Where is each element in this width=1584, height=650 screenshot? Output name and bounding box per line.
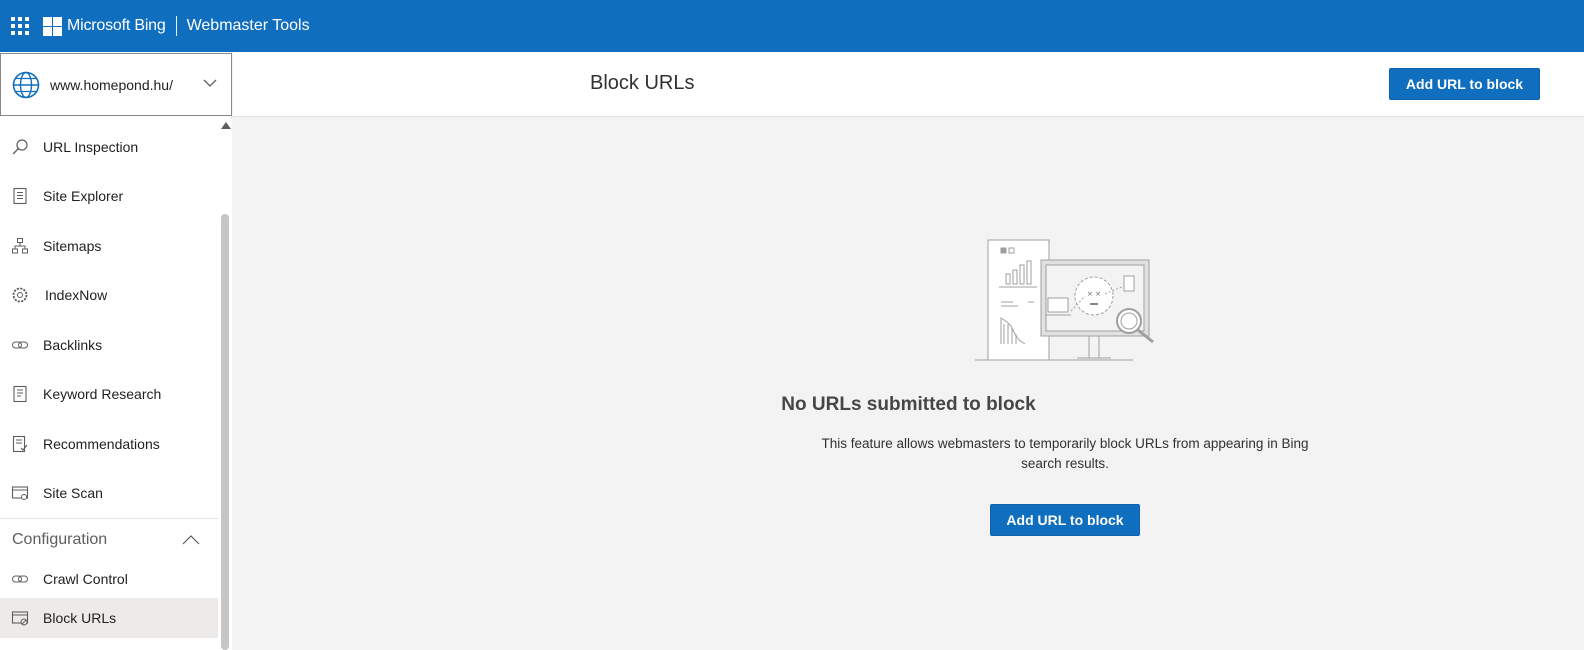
sidebar-item-label: Recommendations — [43, 435, 160, 452]
document-icon — [11, 385, 29, 403]
document-list-icon — [11, 187, 29, 205]
page-header: Block URLs Add URL to block — [233, 52, 1584, 117]
sitemap-icon — [11, 237, 29, 255]
sidebar-item-label: URL Inspection — [43, 138, 139, 155]
sidebar-item-block-urls[interactable]: Block URLs — [0, 598, 218, 638]
sidebar-item-sitemaps[interactable]: Sitemaps — [0, 221, 218, 271]
sidebar-item-recommendations[interactable]: Recommendations — [0, 419, 218, 469]
globe-icon — [12, 71, 40, 98]
empty-state-title: No URLs submitted to block — [781, 394, 1036, 415]
scroll-up-arrow-icon[interactable] — [221, 122, 231, 129]
sidebar-item-label: Block URLs — [43, 610, 117, 626]
block-url-icon — [11, 609, 29, 627]
sidebar-item-label: Keyword Research — [43, 386, 162, 403]
svg-text:× ×: × × — [1087, 290, 1101, 298]
empty-state-illustration: × × — [975, 239, 1154, 361]
site-url: www.homepond.hu/ — [50, 76, 173, 93]
link-icon — [11, 570, 29, 588]
checklist-icon — [11, 435, 29, 453]
sidebar-item-label: Site Scan — [43, 485, 103, 502]
section-label: Configuration — [12, 530, 108, 548]
scan-icon — [11, 484, 29, 502]
empty-state: × × No URLs submitted to block This feat… — [233, 118, 1584, 650]
sidebar-item-site-scan[interactable]: Site Scan — [0, 469, 218, 519]
gear-icon — [11, 286, 29, 304]
sidebar-item-label: Backlinks — [43, 336, 103, 353]
add-url-to-block-button[interactable]: Add URL to block — [1389, 68, 1540, 100]
sidebar-item-keyword-research[interactable]: Keyword Research — [0, 370, 218, 420]
scroll-thumb[interactable] — [221, 214, 229, 650]
magnifier-icon — [11, 138, 29, 156]
sidebar-item-url-inspection[interactable]: URL Inspection — [0, 122, 218, 172]
sidebar-nav: URL Inspection Site Explorer Sitemaps In… — [0, 122, 218, 638]
sidebar-item-site-explorer[interactable]: Site Explorer — [0, 172, 218, 222]
page-title: Block URLs — [590, 72, 695, 94]
sidebar: www.homepond.hu/ URL Inspection Site Exp… — [0, 52, 232, 650]
brand-separator — [175, 16, 177, 36]
sidebar-item-label: IndexNow — [45, 287, 108, 304]
sidebar-item-label: Crawl Control — [43, 571, 128, 587]
sidebar-item-indexnow[interactable]: IndexNow — [0, 271, 218, 321]
sidebar-item-label: Sitemaps — [43, 237, 102, 254]
brand-name[interactable]: Microsoft Bing — [67, 17, 166, 35]
chevron-up-icon — [182, 534, 200, 544]
site-picker[interactable]: www.homepond.hu/ — [0, 53, 232, 116]
link-icon — [11, 336, 29, 354]
microsoft-logo — [43, 16, 62, 36]
sidebar-item-crawl-control[interactable]: Crawl Control — [0, 560, 218, 598]
section-configuration[interactable]: Configuration — [0, 518, 218, 560]
product-name[interactable]: Webmaster Tools — [187, 17, 310, 35]
sidebar-item-backlinks[interactable]: Backlinks — [0, 320, 218, 370]
top-bar: Microsoft Bing Webmaster Tools — [0, 0, 1584, 52]
sidebar-scrollbar[interactable] — [218, 119, 232, 650]
app-launcher-icon[interactable] — [11, 17, 29, 35]
sidebar-item-label: Site Explorer — [43, 188, 124, 205]
add-url-to-block-button-center[interactable]: Add URL to block — [990, 504, 1140, 536]
empty-state-description: This feature allows webmasters to tempor… — [821, 436, 1309, 471]
chevron-down-icon — [203, 79, 217, 87]
